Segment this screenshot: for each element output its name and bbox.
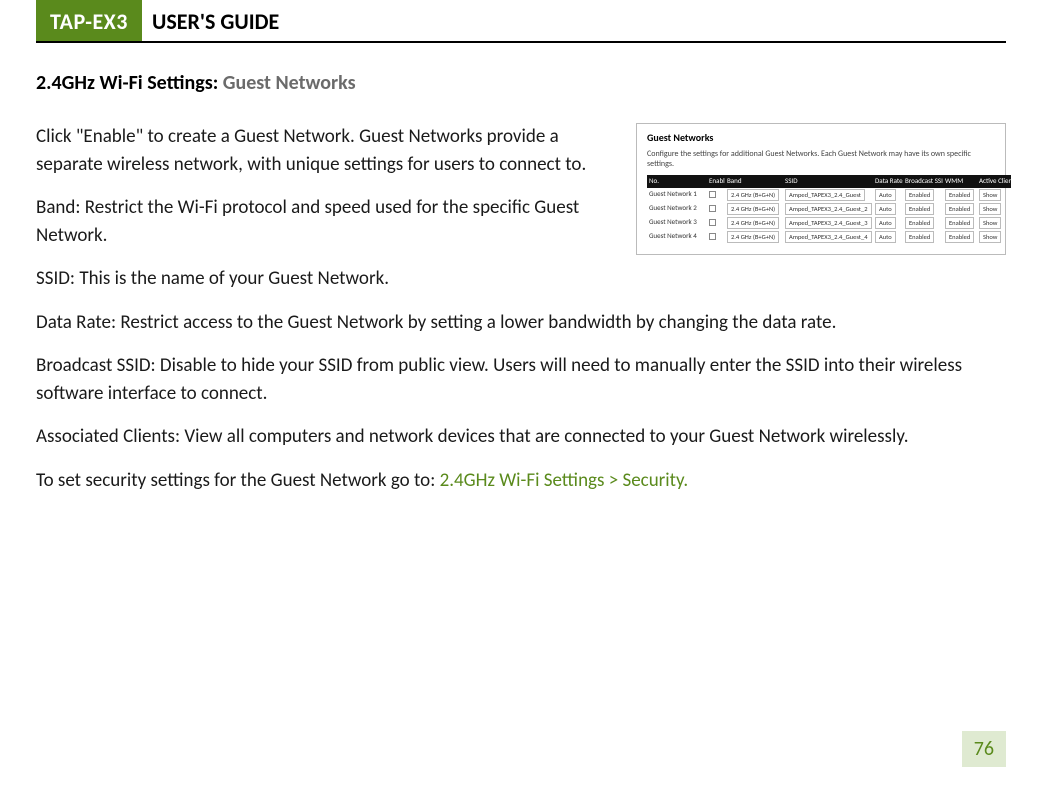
cell-rate: Auto bbox=[873, 216, 903, 230]
col-no: No. bbox=[647, 175, 707, 187]
para-security: To set security settings for the Guest N… bbox=[36, 467, 1006, 495]
checkbox-icon[interactable] bbox=[709, 233, 716, 240]
figure-table: No. Enable Band SSID Data Rate Broadcast… bbox=[647, 175, 1011, 243]
show-button[interactable]: Show bbox=[979, 189, 1001, 201]
figure-table-row: Guest Network 2 2.4 GHz (B+G+N) Amped_TAPE… bbox=[647, 202, 1011, 216]
band-select[interactable]: 2.4 GHz (B+G+N) bbox=[727, 231, 779, 243]
guide-title: USER'S GUIDE bbox=[142, 0, 279, 41]
para-broadcast: Broadcast SSID: Disable to hide your SSI… bbox=[36, 352, 1006, 407]
cell-clients: Show bbox=[977, 216, 1011, 230]
section-heading: 2.4GHz Wi-Fi Settings: Guest Networks bbox=[36, 71, 1006, 95]
band-select[interactable]: 2.4 GHz (B+G+N) bbox=[727, 217, 779, 229]
figure-table-row: Guest Network 3 2.4 GHz (B+G+N) Amped_TAPE… bbox=[647, 216, 1011, 230]
col-band: Band bbox=[725, 175, 783, 187]
ssid-input[interactable]: Amped_TAPEX3_2.4_Guest_4 bbox=[785, 231, 872, 243]
para-ssid: SSID: This is the name of your Guest Net… bbox=[36, 265, 1006, 293]
cell-bcast: Enabled bbox=[903, 202, 943, 216]
page-number-badge: 76 bbox=[962, 731, 1006, 767]
checkbox-icon[interactable] bbox=[709, 191, 716, 198]
section-title-main: 2.4GHz Wi-Fi Settings: bbox=[36, 71, 218, 95]
figure-title: Guest Networks bbox=[647, 132, 995, 144]
security-link[interactable]: 2.4GHz Wi-Fi Settings > Security. bbox=[440, 469, 689, 492]
cell-bcast: Enabled bbox=[903, 216, 943, 230]
show-button[interactable]: Show bbox=[979, 217, 1001, 229]
cell-wmm: Enabled bbox=[943, 188, 977, 202]
cell-band: 2.4 GHz (B+G+N) bbox=[725, 216, 783, 230]
wmm-select[interactable]: Enabled bbox=[945, 231, 974, 243]
wmm-select[interactable]: Enabled bbox=[945, 217, 974, 229]
figure-table-row: Guest Network 1 2.4 GHz (B+G+N) Amped_TAPE… bbox=[647, 188, 1011, 202]
rate-select[interactable]: Auto bbox=[875, 203, 896, 215]
cell-no: Guest Network 2 bbox=[647, 202, 707, 216]
cell-ssid: Amped_TAPEX3_2.4_Guest_4 bbox=[783, 230, 873, 244]
cell-band: 2.4 GHz (B+G+N) bbox=[725, 202, 783, 216]
para-band: Band: Restrict the Wi-Fi protocol and sp… bbox=[36, 194, 612, 249]
cell-rate: Auto bbox=[873, 230, 903, 244]
col-bcast: Broadcast SSID bbox=[903, 175, 943, 187]
cell-ssid: Amped_TAPEX3_2.4_Guest bbox=[783, 188, 873, 202]
wmm-select[interactable]: Enabled bbox=[945, 189, 974, 201]
cell-clients: Show bbox=[977, 202, 1011, 216]
col-rate: Data Rate bbox=[873, 175, 903, 187]
band-select[interactable]: 2.4 GHz (B+G+N) bbox=[727, 203, 779, 215]
para-associated: Associated Clients: View all computers a… bbox=[36, 423, 1006, 451]
checkbox-icon[interactable] bbox=[709, 219, 716, 226]
bcast-select[interactable]: Enabled bbox=[905, 231, 934, 243]
ssid-input[interactable]: Amped_TAPEX3_2.4_Guest_3 bbox=[785, 217, 872, 229]
page-header: TAP-EX3 USER'S GUIDE bbox=[36, 0, 1006, 43]
cell-enable bbox=[707, 202, 725, 216]
cell-band: 2.4 GHz (B+G+N) bbox=[725, 188, 783, 202]
wmm-select[interactable]: Enabled bbox=[945, 203, 974, 215]
para-security-prefix: To set security settings for the Guest N… bbox=[36, 469, 440, 492]
bcast-select[interactable]: Enabled bbox=[905, 189, 934, 201]
ssid-input[interactable]: Amped_TAPEX3_2.4_Guest_2 bbox=[785, 203, 872, 215]
cell-clients: Show bbox=[977, 188, 1011, 202]
para-intro: Click "Enable" to create a Guest Network… bbox=[36, 123, 612, 178]
col-ssid: SSID bbox=[783, 175, 873, 187]
bcast-select[interactable]: Enabled bbox=[905, 203, 934, 215]
rate-select[interactable]: Auto bbox=[875, 189, 896, 201]
band-select[interactable]: 2.4 GHz (B+G+N) bbox=[727, 189, 779, 201]
cell-rate: Auto bbox=[873, 188, 903, 202]
rate-select[interactable]: Auto bbox=[875, 217, 896, 229]
cell-wmm: Enabled bbox=[943, 202, 977, 216]
ssid-input[interactable]: Amped_TAPEX3_2.4_Guest bbox=[785, 189, 865, 201]
page-container: TAP-EX3 USER'S GUIDE 2.4GHz Wi-Fi Settin… bbox=[0, 0, 1042, 791]
col-wmm: WMM bbox=[943, 175, 977, 187]
product-tab: TAP-EX3 bbox=[36, 0, 142, 41]
col-clients: Active Client List bbox=[977, 175, 1011, 187]
para-datarate: Data Rate: Restrict access to the Guest … bbox=[36, 309, 1006, 337]
body-area: Click "Enable" to create a Guest Network… bbox=[36, 123, 1006, 265]
cell-bcast: Enabled bbox=[903, 230, 943, 244]
cell-no: Guest Network 1 bbox=[647, 188, 707, 202]
figure-table-row: Guest Network 4 2.4 GHz (B+G+N) Amped_TAPE… bbox=[647, 230, 1011, 244]
show-button[interactable]: Show bbox=[979, 203, 1001, 215]
figure-table-header-row: No. Enable Band SSID Data Rate Broadcast… bbox=[647, 175, 1011, 187]
cell-rate: Auto bbox=[873, 202, 903, 216]
rate-select[interactable]: Auto bbox=[875, 231, 896, 243]
cell-no: Guest Network 3 bbox=[647, 216, 707, 230]
cell-wmm: Enabled bbox=[943, 230, 977, 244]
cell-enable bbox=[707, 230, 725, 244]
cell-bcast: Enabled bbox=[903, 188, 943, 202]
col-enable: Enable bbox=[707, 175, 725, 187]
cell-ssid: Amped_TAPEX3_2.4_Guest_2 bbox=[783, 202, 873, 216]
show-button[interactable]: Show bbox=[979, 231, 1001, 243]
cell-clients: Show bbox=[977, 230, 1011, 244]
figure-subtitle: Configure the settings for additional Gu… bbox=[647, 150, 995, 169]
cell-ssid: Amped_TAPEX3_2.4_Guest_3 bbox=[783, 216, 873, 230]
section-title-sub: Guest Networks bbox=[223, 71, 356, 95]
checkbox-icon[interactable] bbox=[709, 205, 716, 212]
cell-wmm: Enabled bbox=[943, 216, 977, 230]
bcast-select[interactable]: Enabled bbox=[905, 217, 934, 229]
cell-band: 2.4 GHz (B+G+N) bbox=[725, 230, 783, 244]
cell-enable bbox=[707, 188, 725, 202]
text-column: Click "Enable" to create a Guest Network… bbox=[36, 123, 612, 265]
guest-networks-figure: Guest Networks Configure the settings fo… bbox=[636, 123, 1006, 255]
cell-no: Guest Network 4 bbox=[647, 230, 707, 244]
cell-enable bbox=[707, 216, 725, 230]
